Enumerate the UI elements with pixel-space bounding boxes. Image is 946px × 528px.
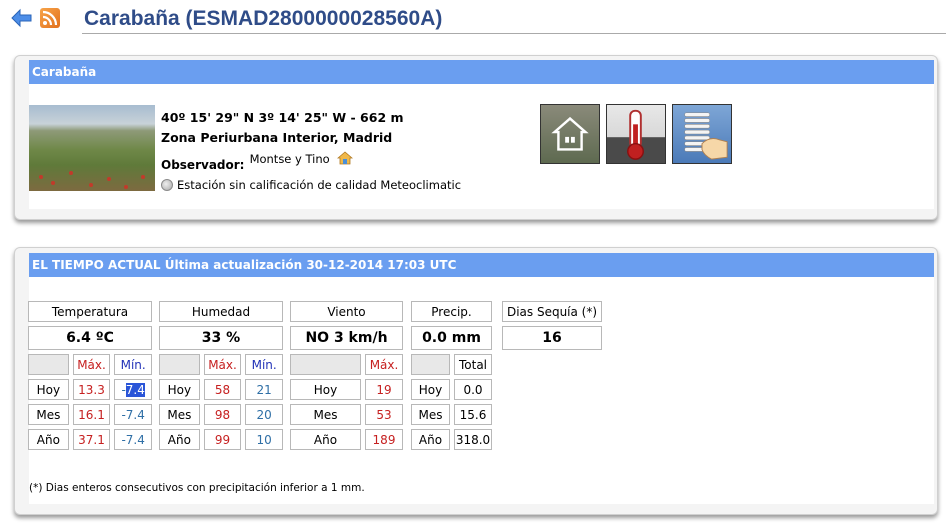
station-panel-body: 40º 15' 29" N 3º 14' 25" W - 662 m Zona …: [29, 84, 934, 209]
drought-value: 16: [502, 326, 602, 350]
precip-total-value: 0.0: [454, 379, 492, 400]
temp-max-value: 16.1: [72, 404, 111, 425]
weather-panel-body: Temperatura 6.4 ºC Máx. Mín. Hoy 13.3 -7…: [28, 277, 934, 504]
period-label: Mes: [290, 404, 361, 425]
precip-total-value: 318.0: [454, 429, 492, 450]
wind-max-value: 19: [365, 379, 403, 400]
rss-feed-icon[interactable]: [40, 8, 60, 28]
temp-max-value: 37.1: [72, 429, 111, 450]
table-row: Año 189: [290, 429, 403, 450]
wind-max-value: 189: [365, 429, 403, 450]
station-panel: Carabaña 40º 15' 29" N 3º 14' 25" W - 66…: [14, 55, 938, 220]
observer-name[interactable]: Montse y Tino: [250, 152, 330, 166]
blank-cell: [290, 354, 361, 375]
period-label: Mes: [159, 404, 200, 425]
station-coordinates: 40º 15' 29" N 3º 14' 25" W - 662 m: [161, 110, 404, 125]
precip-current: 0.0 mm: [411, 326, 492, 350]
temp-min-value: -7.4: [114, 429, 152, 450]
drought-table: Dias Sequía (*) 16: [498, 297, 606, 354]
table-row: Año 37.1 -7.4: [28, 429, 152, 450]
hum-min-header: Mín.: [245, 354, 283, 375]
hum-max-value: 98: [203, 404, 242, 425]
table-row: Mes 53: [290, 404, 403, 425]
quality-status-icon: [161, 179, 173, 191]
wind-max-header: Máx.: [365, 354, 403, 375]
period-label: Año: [411, 429, 450, 450]
hum-max-header: Máx.: [203, 354, 242, 375]
drought-label: Dias Sequía (*): [502, 301, 602, 322]
humidity-current: 33 %: [159, 326, 283, 350]
precip-table: Precip. 0.0 mm Total Hoy 0.0 Mes 15.6 Añ…: [407, 297, 496, 454]
house-icon[interactable]: [540, 104, 600, 164]
station-panel-title: Carabaña: [29, 60, 934, 84]
precip-label: Precip.: [411, 301, 492, 322]
observer-label: Observador:: [161, 158, 245, 172]
home-icon[interactable]: [336, 151, 353, 165]
period-label: Año: [159, 429, 200, 450]
blank-cell: [159, 354, 200, 375]
hum-min-value: 20: [245, 404, 283, 425]
temp-min-value: -7.4: [114, 404, 152, 425]
period-label: Mes: [411, 404, 450, 425]
temp-max-header: Máx.: [72, 354, 111, 375]
page-title: Carabaña (ESMAD2800000028560A): [84, 7, 443, 30]
table-row: Año 318.0: [411, 429, 492, 450]
selected-text: 7.4: [125, 382, 145, 397]
humidity-label: Humedad: [159, 301, 283, 322]
wind-table: Viento NO 3 km/h Máx. Hoy 19 Mes 53 Año …: [286, 297, 407, 454]
precip-total-header: Total: [454, 354, 492, 375]
period-label: Año: [290, 429, 361, 450]
station-zone: Zona Periurbana Interior, Madrid: [161, 130, 393, 145]
temp-min-header: Mín.: [114, 354, 152, 375]
blank-cell: [28, 354, 69, 375]
temp-max-value: 13.3: [72, 379, 111, 400]
thermometer-icon[interactable]: [606, 104, 666, 164]
hum-max-value: 58: [203, 379, 242, 400]
hum-max-value: 99: [203, 429, 242, 450]
back-arrow-icon[interactable]: [11, 8, 33, 28]
table-row: Mes 16.1 -7.4: [28, 404, 152, 425]
drought-footnote: (*) Dias enteros consecutivos con precip…: [29, 482, 365, 494]
radiation-shield-icon[interactable]: [672, 104, 732, 164]
wind-current: NO 3 km/h: [290, 326, 403, 350]
hum-min-value: 21: [245, 379, 283, 400]
station-photo: [29, 105, 155, 191]
table-row: Mes 15.6: [411, 404, 492, 425]
humidity-table: Humedad 33 % Máx. Mín. Hoy 58 21 Mes 98 …: [155, 297, 287, 454]
hum-min-value: 10: [245, 429, 283, 450]
header-divider: [82, 33, 946, 34]
period-label: Año: [28, 429, 69, 450]
weather-panel: EL TIEMPO ACTUAL Última actualización 30…: [14, 247, 938, 515]
station-quality: Estación sin calificación de calidad Met…: [161, 178, 461, 192]
wind-label: Viento: [290, 301, 403, 322]
table-row: Año 99 10: [159, 429, 283, 450]
table-row: Mes 98 20: [159, 404, 283, 425]
temperature-label: Temperatura: [28, 301, 152, 322]
precip-total-value: 15.6: [454, 404, 492, 425]
blank-cell: [411, 354, 450, 375]
page-header: Carabaña (ESMAD2800000028560A): [0, 0, 946, 34]
period-label: Hoy: [28, 379, 69, 400]
period-label: Hoy: [411, 379, 450, 400]
temp-min-value[interactable]: -7.4: [114, 379, 152, 400]
quality-text: Estación sin calificación de calidad Met…: [177, 178, 462, 192]
period-label: Hoy: [290, 379, 361, 400]
temperature-current: 6.4 ºC: [28, 326, 152, 350]
table-row: Hoy 58 21: [159, 379, 283, 400]
wind-max-value: 53: [365, 404, 403, 425]
station-observer: Observador: Montse y Tino: [161, 148, 353, 172]
table-row: Hoy 19: [290, 379, 403, 400]
period-label: Mes: [28, 404, 69, 425]
table-row: Hoy 0.0: [411, 379, 492, 400]
table-row: Hoy 13.3 -7.4: [28, 379, 152, 400]
period-label: Hoy: [159, 379, 200, 400]
weather-panel-title: EL TIEMPO ACTUAL Última actualización 30…: [29, 253, 934, 277]
temperature-table: Temperatura 6.4 ºC Máx. Mín. Hoy 13.3 -7…: [24, 297, 156, 454]
